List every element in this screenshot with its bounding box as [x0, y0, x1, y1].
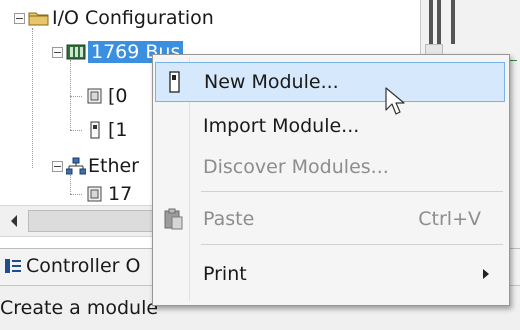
menu-item-print[interactable]: Print	[155, 254, 505, 294]
tree-item-label: I/O Configuration	[52, 7, 214, 29]
module-chip-icon	[164, 69, 184, 95]
tree-guide-line	[70, 60, 71, 130]
collapse-toggle-icon[interactable]: −	[14, 12, 25, 24]
network-icon	[66, 157, 86, 175]
tree-item-label: Ether	[88, 155, 139, 177]
menu-item-label: Import Module...	[203, 115, 360, 137]
context-menu: New Module... Import Module... Discover …	[152, 54, 510, 306]
scroll-left-arrow-icon[interactable]	[4, 207, 24, 235]
tree-item-ethernet-module[interactable]: 17	[86, 180, 132, 208]
menu-item-label: Print	[203, 263, 247, 285]
menu-item-label: New Module...	[204, 71, 339, 93]
module-card-icon	[90, 121, 100, 139]
folder-icon	[28, 12, 49, 26]
menu-item-shortcut: Ctrl+V	[418, 208, 481, 230]
tree-item-label: [1	[108, 119, 128, 141]
tree-item-module-0[interactable]: [0	[86, 82, 128, 110]
module-icon	[87, 88, 102, 104]
menu-item-new-module[interactable]: New Module...	[155, 62, 505, 102]
submenu-arrow-icon	[483, 269, 489, 279]
tree-item-ethernet[interactable]: − Ether	[52, 152, 139, 180]
tree-guide-line	[70, 194, 82, 195]
tree-guide-line	[70, 130, 82, 131]
tree-guide-line	[70, 96, 82, 97]
tree-item-module-1[interactable]: [1	[86, 116, 128, 144]
status-text: Create a module	[0, 297, 159, 319]
collapse-toggle-icon[interactable]: −	[52, 160, 63, 172]
mouse-pointer-icon	[385, 87, 405, 115]
tab-controller-organizer[interactable]: Controller O	[0, 249, 140, 283]
menu-separator	[201, 244, 503, 245]
panel-bar	[451, 0, 455, 44]
panel-bar	[437, 0, 441, 44]
scrollbar-thumb[interactable]	[28, 210, 160, 232]
menu-item-discover-modules[interactable]: Discover Modules...	[155, 147, 505, 187]
tab-label: Controller O	[26, 255, 141, 277]
tree-guide-line	[32, 28, 33, 168]
tree-item-label: [0	[108, 85, 128, 107]
menu-item-label: Discover Modules...	[203, 156, 389, 178]
menu-item-label: Paste	[203, 208, 255, 230]
collapse-toggle-icon[interactable]: −	[52, 46, 63, 58]
tree-item-io-configuration[interactable]: − I/O Configuration	[14, 4, 214, 32]
paste-clipboard-icon	[163, 206, 183, 232]
module-icon	[87, 186, 102, 202]
horizontal-scrollbar[interactable]	[0, 205, 170, 237]
tree-item-label: 17	[108, 183, 133, 205]
menu-separator	[201, 191, 503, 192]
organizer-icon	[5, 259, 21, 273]
bus-rack-icon	[66, 44, 86, 60]
panel-bar	[429, 0, 433, 44]
menu-item-paste[interactable]: Paste Ctrl+V	[155, 199, 505, 239]
menu-item-import-module[interactable]: Import Module...	[155, 106, 505, 146]
